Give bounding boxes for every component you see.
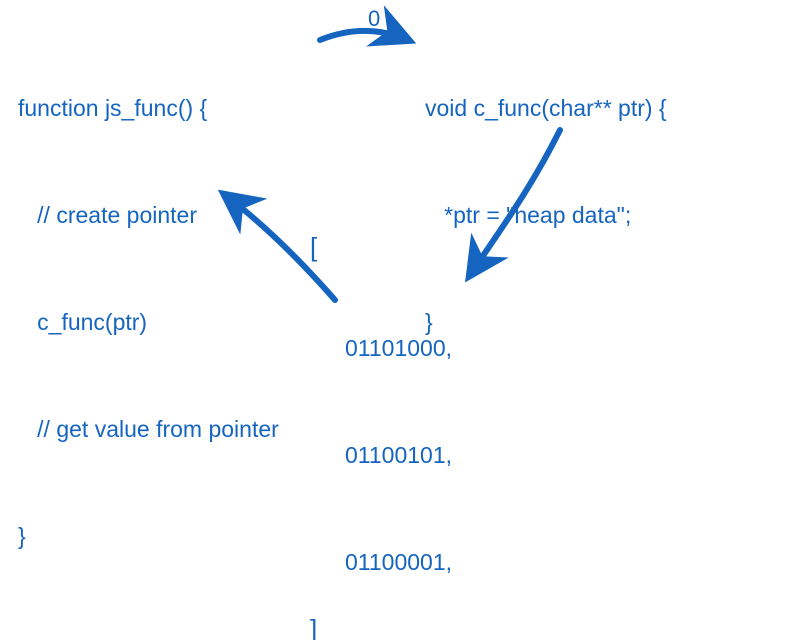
arrow-js-to-c xyxy=(320,31,408,40)
c-function-block: void c_func(char** ptr) { *ptr = "heap d… xyxy=(425,20,667,412)
zero-label: 0 xyxy=(368,6,380,32)
byte-list: 01101000, 01100101, 01100001, 01110000, … xyxy=(345,260,454,640)
c-line-1: void c_func(char** ptr) { xyxy=(425,91,667,127)
byte-2: 01100001, xyxy=(345,545,454,581)
js-line-5: } xyxy=(18,519,279,555)
js-line-1: function js_func() { xyxy=(18,91,279,127)
c-line-3: } xyxy=(425,305,667,341)
c-line-2: *ptr = "heap data"; xyxy=(425,198,667,234)
bracket-open: [ xyxy=(310,232,317,263)
js-line-3: c_func(ptr) xyxy=(18,305,279,341)
js-line-2: // create pointer xyxy=(18,198,279,234)
byte-1: 01100101, xyxy=(345,438,454,474)
byte-0: 01101000, xyxy=(345,331,454,367)
js-function-block: function js_func() { // create pointer c… xyxy=(18,20,279,626)
bracket-close: ] xyxy=(310,614,317,640)
diagram-canvas: function js_func() { // create pointer c… xyxy=(0,0,800,640)
js-line-4: // get value from pointer xyxy=(18,412,279,448)
